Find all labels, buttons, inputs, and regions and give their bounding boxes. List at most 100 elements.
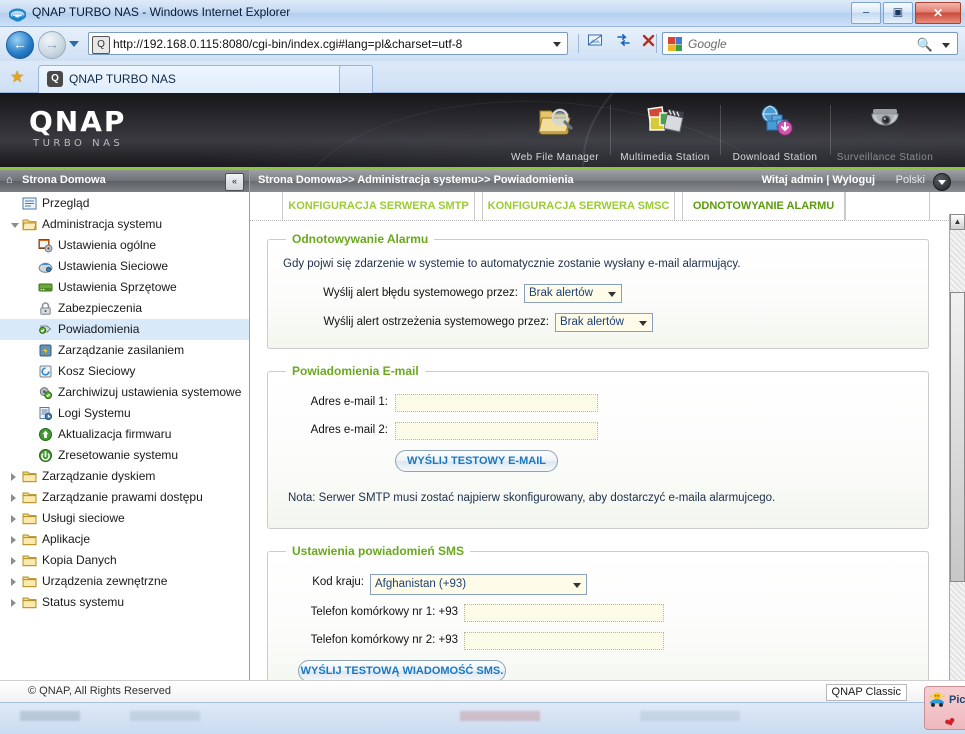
collapse-arrow-icon[interactable] xyxy=(11,515,16,523)
search-provider-dropdown-icon[interactable] xyxy=(942,43,950,48)
scroll-track[interactable] xyxy=(950,230,965,686)
user-greeting-logout[interactable]: Witaj admin | Wyloguj xyxy=(762,174,875,186)
collapse-arrow-icon[interactable] xyxy=(11,557,16,565)
scroll-thumb[interactable] xyxy=(950,292,965,582)
app-label: Download Station xyxy=(732,152,818,163)
app-download-station[interactable]: Download Station xyxy=(720,93,830,170)
tab-smsc-config[interactable]: KONFIGURACJA SERWERA SMSC xyxy=(482,192,675,220)
close-button[interactable]: ✕ xyxy=(915,2,961,24)
scroll-up-button[interactable]: ▲ xyxy=(950,214,965,230)
collapse-arrow-icon[interactable] xyxy=(11,473,16,481)
country-code-select[interactable]: Afghanistan (+93) xyxy=(370,574,587,595)
country-code-value: Afghanistan (+93) xyxy=(375,578,467,590)
sidebar-item-label: Zarządzanie zasilaniem xyxy=(58,343,185,357)
sidebar-item-16[interactable]: Aplikacje xyxy=(0,529,249,550)
sidebar-header: ⌂ Strona Domowa « xyxy=(0,170,249,192)
sms-notification-section: Ustawienia powiadomień SMS Kod kraju: Af… xyxy=(267,544,929,696)
content-vertical-scrollbar[interactable]: ▲ ▼ xyxy=(949,214,965,702)
stop-button[interactable] xyxy=(635,32,661,55)
stop-icon xyxy=(642,34,654,47)
refresh-button[interactable] xyxy=(610,32,636,55)
warning-alert-select[interactable]: Brak alertów xyxy=(555,313,653,332)
sidebar-item-4[interactable]: Ustawienia Sprzętowe xyxy=(0,277,249,298)
toolbar-separator xyxy=(578,34,579,53)
email2-label: Adres e-mail 2: xyxy=(310,424,388,436)
collapse-arrow-icon[interactable] xyxy=(11,578,16,586)
sidebar-collapse-button[interactable]: « xyxy=(225,173,244,191)
picasa-popup-fragment[interactable]: Pic ❤ xyxy=(924,686,965,730)
error-alert-select[interactable]: Brak alertów xyxy=(524,284,622,303)
browser-tab-qnap[interactable]: Q QNAP TURBO NAS xyxy=(38,65,353,93)
page-footer: © QNAP, All Rights Reserved QNAP Classic xyxy=(0,680,965,702)
email2-input[interactable] xyxy=(395,422,598,440)
language-dropdown-icon[interactable] xyxy=(933,173,951,191)
collapse-arrow-icon[interactable] xyxy=(11,599,16,607)
address-input[interactable]: http://192.168.0.115:8080/cgi-bin/index.… xyxy=(113,37,462,51)
maximize-icon: ▣ xyxy=(892,6,904,19)
theme-switch-button[interactable]: QNAP Classic xyxy=(825,684,907,701)
sidebar-item-7[interactable]: Zarządzanie zasilaniem xyxy=(0,340,249,361)
sidebar-item-label: Kosz Sieciowy xyxy=(58,364,136,378)
browser-navigation-bar: ← → Q http://192.168.0.115:8080/cgi-bin/… xyxy=(0,27,965,61)
new-tab-button[interactable] xyxy=(339,65,373,93)
recent-pages-dropdown-icon[interactable] xyxy=(69,41,79,47)
heart-icon: ❤ xyxy=(942,713,958,730)
sidebar-item-5[interactable]: Zabezpieczenia xyxy=(0,298,249,319)
minimize-button[interactable]: – xyxy=(851,2,881,24)
address-bar[interactable]: Q http://192.168.0.115:8080/cgi-bin/inde… xyxy=(88,32,568,55)
sidebar-item-18[interactable]: Urządzenia zewnętrzne xyxy=(0,571,249,592)
sidebar-item-17[interactable]: Kopia Danych xyxy=(0,550,249,571)
app-surveillance-station[interactable]: Surveillance Station xyxy=(830,93,940,170)
app-web-file-manager[interactable]: Web File Manager xyxy=(500,93,610,170)
folder-open-icon xyxy=(22,217,37,232)
sidebar-item-3[interactable]: Ustawienia Sieciowe xyxy=(0,256,249,277)
favorites-star-icon[interactable]: ★ xyxy=(10,67,24,87)
phone2-input[interactable] xyxy=(464,632,664,650)
search-input[interactable]: Google xyxy=(688,37,727,51)
send-test-email-button[interactable]: WYŚLIJ TESTOWY E-MAIL xyxy=(395,450,558,472)
sidebar-item-14[interactable]: Zarządzanie prawami dostępu xyxy=(0,487,249,508)
collapse-arrow-icon[interactable] xyxy=(11,494,16,502)
firmware-update-icon xyxy=(38,427,53,442)
sidebar-item-19[interactable]: Status systemu xyxy=(0,592,249,613)
sidebar-item-12[interactable]: Zresetowanie systemu xyxy=(0,445,249,466)
sidebar-item-label: Zarządzanie dyskiem xyxy=(42,469,156,483)
search-box[interactable]: Google 🔍 xyxy=(662,32,958,55)
browser-window: QNAP TURBO NAS - Windows Internet Explor… xyxy=(0,0,965,734)
compatibility-view-button[interactable] xyxy=(582,32,608,55)
tab-smtp-config[interactable]: KONFIGURACJA SERWERA SMTP xyxy=(282,192,475,220)
email1-input[interactable] xyxy=(395,394,598,412)
sidebar-item-label: Zarchiwizuj ustawienia systemowe xyxy=(58,385,242,399)
maximize-button[interactable]: ▣ xyxy=(883,2,913,24)
sidebar-item-label: Ustawienia Sprzętowe xyxy=(58,280,177,294)
sidebar-item-10[interactable]: Logi Systemu xyxy=(0,403,249,424)
tab-alarm-notification[interactable]: ODNOTOWYANIE ALARMU xyxy=(682,192,845,220)
expand-arrow-icon[interactable] xyxy=(11,223,19,232)
system-logs-icon xyxy=(38,406,53,421)
sidebar-item-15[interactable]: Usługi sieciowe xyxy=(0,508,249,529)
browser-tab-label: QNAP TURBO NAS xyxy=(69,72,176,86)
sidebar-item-9[interactable]: Zarchiwizuj ustawienia systemowe xyxy=(0,382,249,403)
sidebar-item-8[interactable]: Kosz Sieciowy xyxy=(0,361,249,382)
breadcrumb: Strona Domowa>> Administracja systemu>> … xyxy=(258,174,574,186)
email-notification-section: Powiadomienia E-mail Adres e-mail 1: Adr… xyxy=(267,364,929,529)
sidebar-item-11[interactable]: Aktualizacja firmwaru xyxy=(0,424,249,445)
search-icon[interactable]: 🔍 xyxy=(917,37,933,53)
window-title: QNAP TURBO NAS - Windows Internet Explor… xyxy=(32,5,291,19)
power-icon xyxy=(38,343,53,358)
send-test-sms-button[interactable]: WYŚLIJ TESTOWĄ WIADOMOŚĆ SMS. xyxy=(298,660,506,682)
sidebar-item-6[interactable]: Powiadomienia xyxy=(0,319,249,340)
sidebar-item-0[interactable]: Przegląd xyxy=(0,193,249,214)
internet-explorer-icon xyxy=(9,8,26,22)
sidebar-item-13[interactable]: Zarządzanie dyskiem xyxy=(0,466,249,487)
address-dropdown-icon[interactable] xyxy=(553,42,561,47)
collapse-arrow-icon[interactable] xyxy=(11,536,16,544)
sidebar-item-1[interactable]: Administracja systemu xyxy=(0,214,249,235)
phone1-input[interactable] xyxy=(464,604,664,622)
app-multimedia-station[interactable]: Multimedia Station xyxy=(610,93,720,170)
folder-icon xyxy=(22,574,37,589)
sidebar-item-2[interactable]: Ustawienia ogólne xyxy=(0,235,249,256)
back-button[interactable]: ← xyxy=(6,31,34,59)
tab-label: KONFIGURACJA SERWERA SMSC xyxy=(487,200,670,212)
forward-button[interactable]: → xyxy=(38,31,66,59)
